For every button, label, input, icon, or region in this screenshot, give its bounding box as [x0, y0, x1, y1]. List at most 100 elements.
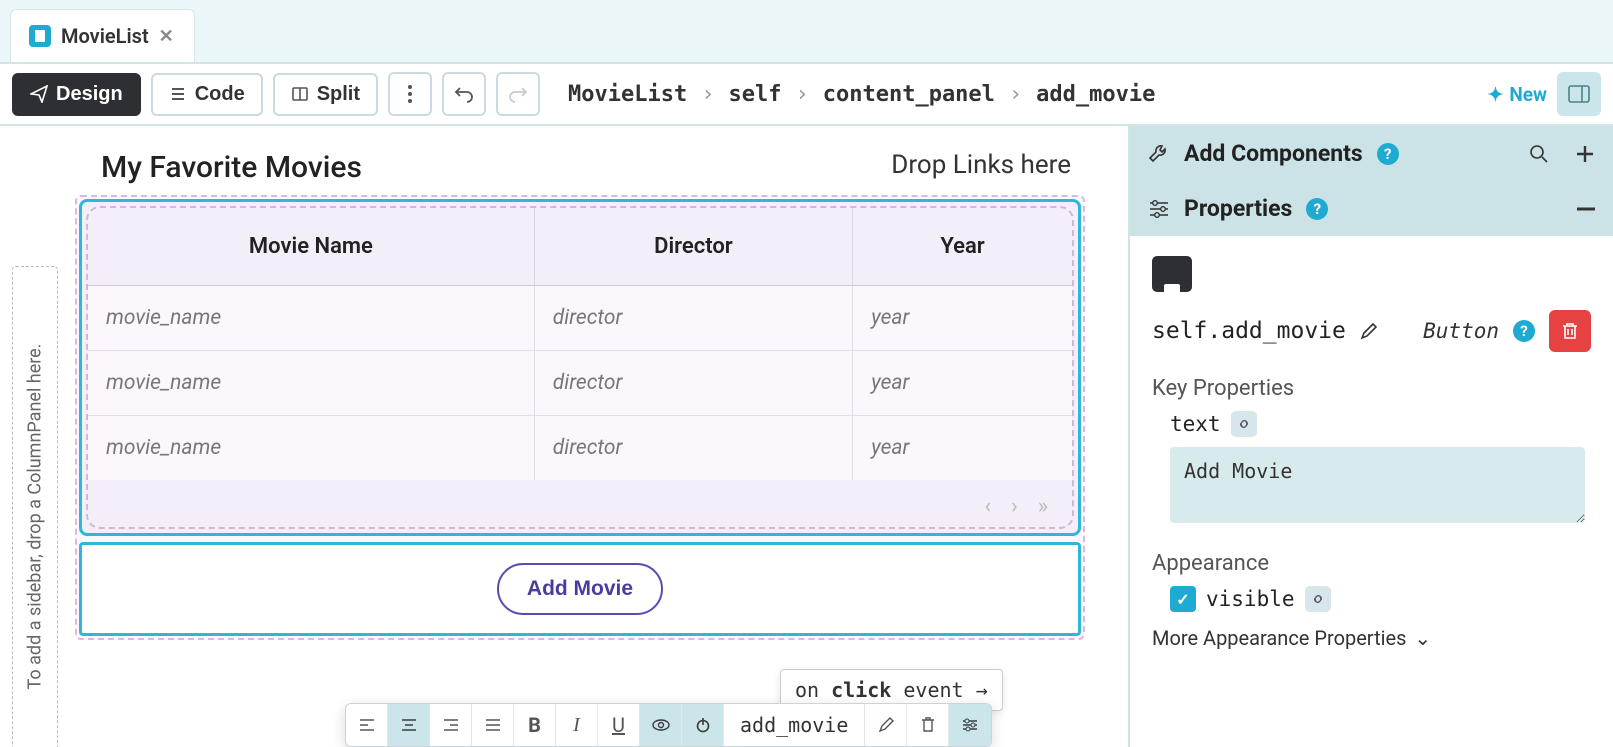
pager-prev-icon[interactable]: ‹: [984, 494, 991, 519]
design-label: Design: [56, 83, 123, 106]
trash-icon[interactable]: [907, 704, 949, 746]
file-tab[interactable]: MovieList ✕: [10, 9, 195, 62]
sidebar-hint-label: To add a sidebar, drop a ColumnPanel her…: [25, 343, 46, 689]
design-canvas[interactable]: To add a sidebar, drop a ColumnPanel her…: [0, 126, 1128, 747]
close-icon[interactable]: ✕: [159, 26, 174, 47]
cell-placeholder[interactable]: year: [853, 286, 1072, 351]
column-header[interactable]: Movie Name: [88, 208, 534, 286]
visibility-icon[interactable]: [640, 704, 682, 746]
pager: ‹ › »: [88, 480, 1072, 527]
align-right-icon[interactable]: [430, 704, 472, 746]
text-property-input[interactable]: [1170, 447, 1585, 523]
chevron-down-icon: ⌄: [1414, 626, 1431, 650]
panel-icon: [1568, 85, 1590, 103]
selection-toolbar: B I U add_movie: [345, 703, 992, 747]
settings-slider-icon[interactable]: [949, 704, 991, 746]
column-header[interactable]: Year: [853, 208, 1072, 286]
cell-placeholder[interactable]: director: [534, 286, 852, 351]
component-type: Button: [1423, 319, 1499, 343]
redo-button[interactable]: [496, 72, 540, 116]
cell-placeholder[interactable]: movie_name: [88, 351, 534, 416]
column-header[interactable]: Director: [534, 208, 852, 286]
content-panel-outline: Movie Name Director Year movie_name dire…: [75, 195, 1085, 640]
sliders-icon: [1148, 199, 1170, 219]
breadcrumb-item[interactable]: content_panel: [823, 82, 995, 107]
wrench-icon: [1148, 143, 1170, 165]
dots-vertical-icon: [408, 85, 412, 103]
help-icon[interactable]: ?: [1377, 143, 1399, 165]
pager-next-icon[interactable]: ›: [1011, 494, 1018, 519]
overflow-menu-button[interactable]: [388, 72, 432, 116]
split-icon: [291, 85, 309, 103]
delete-button[interactable]: [1549, 310, 1591, 352]
breadcrumb: MovieList › self › content_panel › add_m…: [568, 82, 1155, 107]
minus-icon[interactable]: [1577, 207, 1595, 211]
code-button[interactable]: Code: [151, 73, 263, 116]
chevron-right-icon: ›: [795, 82, 808, 107]
undo-button[interactable]: [442, 72, 486, 116]
properties-panel: Add Components ? Properties ? self.add_m…: [1128, 126, 1613, 747]
plane-icon: [30, 85, 48, 103]
italic-icon[interactable]: I: [556, 704, 598, 746]
visible-checkbox[interactable]: ✓: [1170, 586, 1196, 612]
table-row[interactable]: movie_name director year: [88, 416, 1072, 481]
code-label: Code: [195, 83, 245, 106]
cell-placeholder[interactable]: movie_name: [88, 286, 534, 351]
align-left-icon[interactable]: [346, 704, 388, 746]
text-property-label: text: [1170, 412, 1221, 436]
cell-placeholder[interactable]: director: [534, 416, 852, 481]
data-grid[interactable]: Movie Name Director Year movie_name dire…: [86, 206, 1074, 529]
document-icon: [29, 25, 51, 47]
help-icon[interactable]: ?: [1513, 320, 1535, 342]
main-toolbar: Design Code Split MovieList › self › con…: [0, 62, 1613, 126]
underline-icon[interactable]: U: [598, 704, 640, 746]
more-appearance-toggle[interactable]: More Appearance Properties ⌄: [1152, 626, 1591, 650]
link-icon[interactable]: [1231, 411, 1257, 437]
design-button[interactable]: Design: [12, 73, 141, 116]
redo-icon: [508, 85, 528, 103]
align-center-icon[interactable]: [388, 704, 430, 746]
properties-label: Properties: [1184, 195, 1292, 222]
new-button[interactable]: ✦ New: [1487, 83, 1547, 106]
align-justify-icon[interactable]: [472, 704, 514, 746]
pager-last-icon[interactable]: »: [1038, 494, 1048, 519]
table-row[interactable]: movie_name director year: [88, 286, 1072, 351]
component-path: self.add_movie: [1152, 318, 1346, 344]
split-button[interactable]: Split: [273, 73, 378, 116]
links-dropzone[interactable]: Drop Links here: [891, 150, 1071, 185]
chevron-right-icon: ›: [1009, 82, 1022, 107]
add-movie-row[interactable]: Add Movie: [79, 542, 1081, 636]
cell-placeholder[interactable]: director: [534, 351, 852, 416]
link-icon[interactable]: [1305, 586, 1331, 612]
bold-icon[interactable]: B: [514, 704, 556, 746]
properties-header[interactable]: Properties ?: [1130, 181, 1613, 236]
trash-icon: [1562, 322, 1578, 340]
breadcrumb-item[interactable]: add_movie: [1036, 82, 1155, 107]
plus-icon[interactable]: [1575, 144, 1595, 164]
search-icon[interactable]: [1529, 144, 1549, 164]
chevron-right-icon: ›: [701, 82, 714, 107]
visible-label: visible: [1206, 587, 1295, 611]
breadcrumb-item[interactable]: self: [729, 82, 782, 107]
tab-title: MovieList: [61, 24, 149, 48]
breadcrumb-item[interactable]: MovieList: [568, 82, 687, 107]
toggle-panel-button[interactable]: [1557, 72, 1601, 116]
add-movie-button[interactable]: Add Movie: [497, 563, 663, 615]
edit-icon[interactable]: [865, 704, 907, 746]
help-icon[interactable]: ?: [1306, 198, 1328, 220]
add-components-header[interactable]: Add Components ?: [1130, 126, 1613, 181]
cell-placeholder[interactable]: movie_name: [88, 416, 534, 481]
page-title: My Favorite Movies: [101, 150, 362, 185]
sidebar-dropzone[interactable]: To add a sidebar, drop a ColumnPanel her…: [12, 266, 58, 747]
cell-placeholder[interactable]: year: [853, 416, 1072, 481]
selected-container[interactable]: Movie Name Director Year movie_name dire…: [79, 199, 1081, 536]
power-icon[interactable]: [682, 704, 724, 746]
cell-placeholder[interactable]: year: [853, 351, 1072, 416]
table-row[interactable]: movie_name director year: [88, 351, 1072, 416]
tab-strip: MovieList ✕: [0, 0, 1613, 62]
list-icon: [169, 85, 187, 103]
new-label: New: [1509, 83, 1547, 106]
more-appearance-label: More Appearance Properties: [1152, 626, 1406, 650]
pencil-icon[interactable]: [1360, 322, 1378, 340]
component-name-label: add_movie: [724, 704, 865, 746]
